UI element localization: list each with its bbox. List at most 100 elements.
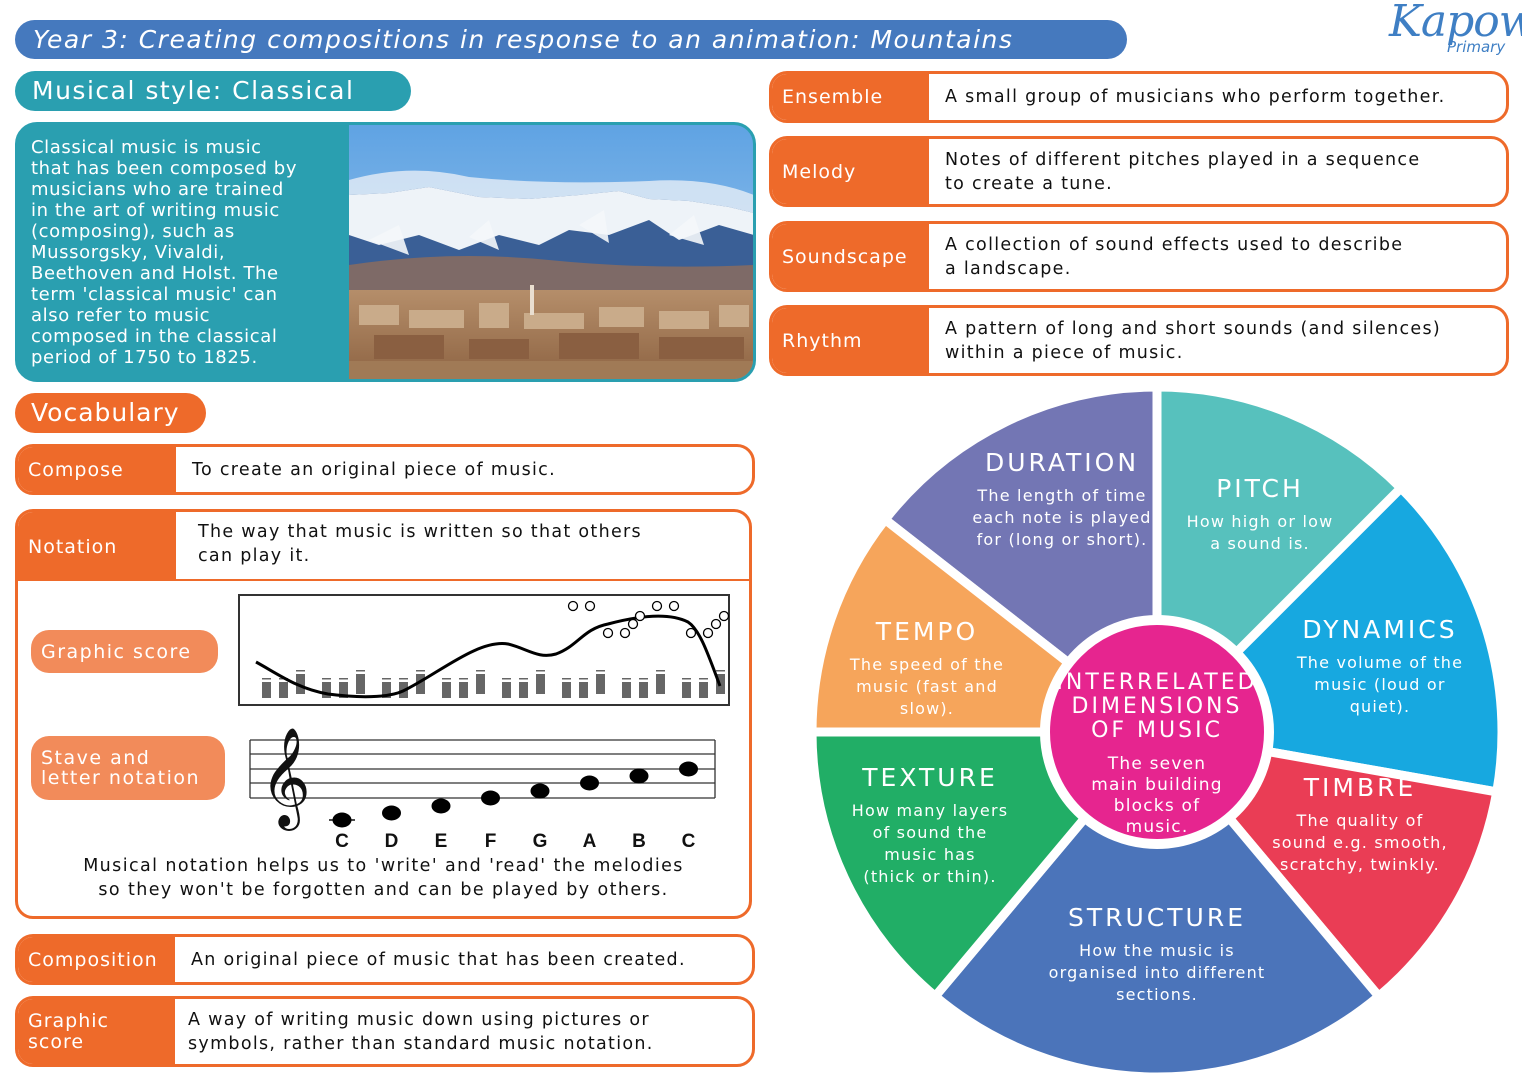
note-head — [580, 775, 599, 791]
glossary-definition: A collection of sound effects used to de… — [945, 224, 1496, 289]
vocab-term: Notation — [18, 512, 176, 581]
score-bar-cap — [716, 670, 725, 672]
term-line: score — [28, 1030, 85, 1053]
score-bar-cap — [519, 678, 528, 680]
segment-description: music has — [884, 845, 975, 864]
score-bar-cap — [262, 678, 271, 680]
score-bar-cap — [322, 678, 331, 680]
vocab-definition: An original piece of music that has been… — [191, 949, 686, 970]
score-circle — [619, 627, 631, 639]
score-bar-cap — [416, 670, 425, 672]
segment-description: for (long or short). — [977, 530, 1148, 549]
style-line: also refer to music — [31, 305, 211, 326]
segment-title: PITCH — [1216, 474, 1304, 503]
vocab-term: Graphic score — [18, 999, 175, 1064]
segment-description: scratchy, twinkly. — [1280, 855, 1440, 874]
musical-style-panel: Classical music is music that has been c… — [15, 122, 756, 382]
graphic-score-label: Graphic score — [31, 630, 218, 673]
score-circle — [668, 600, 680, 612]
stave-notation-label: Stave and letter notation — [31, 736, 225, 800]
style-line: Beethoven and Holst. The — [31, 263, 279, 284]
stave-lines — [249, 739, 716, 799]
definition-line: A collection of sound effects used to de… — [945, 234, 1404, 255]
score-circle — [685, 627, 697, 639]
score-bar — [622, 682, 631, 698]
score-bar-cap — [536, 670, 545, 672]
style-line: term 'classical music' can — [31, 284, 278, 305]
vocab-term: Composition — [18, 937, 175, 982]
segment-description: sections. — [1116, 985, 1198, 1004]
glossary-row-soundscape: Soundscape A collection of sound effects… — [769, 221, 1509, 292]
score-bar-cap — [459, 678, 468, 680]
center-description: main building — [1091, 775, 1223, 795]
notation-header: Notation The way that music is written s… — [18, 512, 749, 581]
score-circle — [702, 627, 714, 639]
style-line: Mussorgsky, Vivaldi, — [31, 242, 226, 263]
segment-description: music (fast and — [856, 677, 998, 696]
score-circle — [627, 618, 639, 630]
segment-description: of sound the — [873, 823, 988, 842]
treble-clef-icon: 𝄞 — [260, 727, 311, 831]
vocabulary-heading: Vocabulary — [15, 393, 206, 433]
style-line: period of 1750 to 1825. — [31, 347, 258, 368]
vocab-row-compose: Compose To create an original piece of m… — [15, 444, 755, 495]
score-bar-cap — [502, 678, 511, 680]
segment-description: a sound is. — [1210, 534, 1310, 553]
segment-description: sound e.g. smooth, — [1272, 833, 1448, 852]
segment-title: DYNAMICS — [1302, 615, 1457, 644]
vocab-definition: The way that music is written so that ot… — [198, 520, 718, 568]
score-bar — [562, 682, 571, 698]
page-title: Year 3: Creating compositions in respons… — [15, 20, 1127, 59]
musical-style-heading: Musical style: Classical — [15, 71, 411, 111]
center-title: DIMENSIONS — [1072, 694, 1243, 719]
glossary-definition: A small group of musicians who perform t… — [945, 87, 1446, 107]
graphic-score-illustration — [238, 594, 730, 706]
segment-description: The length of time — [976, 486, 1146, 505]
definition-line: to create a tune. — [945, 173, 1114, 194]
center-description: music. — [1126, 817, 1189, 837]
definition-line: symbols, rather than standard music nota… — [188, 1033, 654, 1054]
glossary-term: Rhythm — [772, 308, 929, 373]
score-bar — [356, 674, 365, 694]
note-letter: A — [583, 831, 597, 850]
note-letter: E — [435, 831, 448, 850]
segment-title: TEMPO — [875, 617, 978, 646]
vocab-row-notation: Notation The way that music is written s… — [15, 509, 752, 919]
note-letter: C — [335, 831, 349, 850]
score-bar — [656, 674, 665, 694]
segment-description: organised into different — [1049, 963, 1266, 982]
definition-line: Notes of different pitches played in a s… — [945, 149, 1421, 170]
kapow-logo: Kapow Primary — [1385, 0, 1522, 64]
score-circle — [651, 600, 663, 612]
note-letter: B — [632, 831, 646, 850]
score-bar — [579, 682, 588, 698]
note-head — [332, 812, 352, 828]
glossary-row-melody: Melody Notes of different pitches played… — [769, 136, 1509, 207]
score-bar — [476, 674, 485, 694]
note-letter: G — [533, 831, 548, 850]
vocab-row-composition: Composition An original piece of music t… — [15, 934, 755, 985]
score-bar — [596, 674, 605, 694]
score-bar-cap — [699, 678, 708, 680]
stave-illustration: 𝄞 C D E F G A B C — [249, 727, 716, 850]
segment-title: TEXTURE — [861, 763, 998, 792]
score-bar-cap — [442, 678, 451, 680]
mountain-town-photo — [349, 125, 753, 379]
style-line: (composing), such as — [31, 221, 235, 242]
definition-line: A way of writing music down using pictur… — [188, 1009, 650, 1030]
score-circle — [718, 610, 730, 622]
vocab-term: Compose — [18, 447, 176, 492]
glossary-definition: A pattern of long and short sounds (and … — [945, 308, 1496, 373]
center-description: The seven — [1107, 754, 1206, 774]
note-head — [530, 783, 550, 799]
definition-line: A pattern of long and short sounds (and … — [945, 318, 1442, 339]
style-line: Classical music is music — [31, 137, 262, 158]
vocab-definition: A way of writing music down using pictur… — [188, 999, 742, 1064]
score-bar-cap — [639, 678, 648, 680]
score-circle — [567, 600, 579, 612]
score-bar — [279, 682, 288, 698]
segment-title: TIMBRE — [1303, 773, 1417, 802]
note-letter: D — [385, 831, 399, 850]
glossary-definition: Notes of different pitches played in a s… — [945, 139, 1496, 204]
score-bar-cap — [356, 670, 365, 672]
